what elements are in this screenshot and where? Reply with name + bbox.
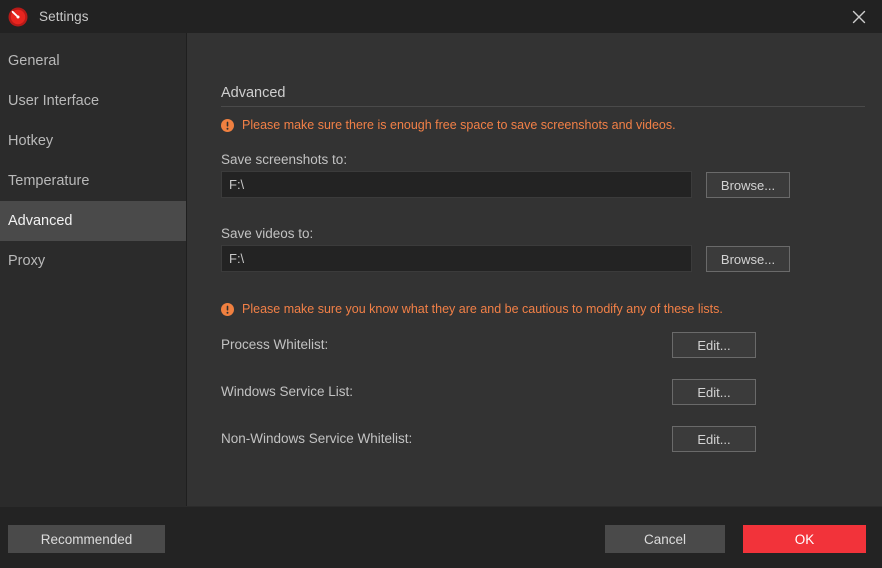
sidebar-item-hotkey[interactable]: Hotkey (0, 121, 186, 161)
screenshots-browse-button[interactable]: Browse... (706, 172, 790, 198)
screenshots-path-label: Save screenshots to: (221, 152, 348, 167)
non-windows-service-whitelist-edit-button[interactable]: Edit... (672, 426, 756, 452)
sidebar-item-general[interactable]: General (0, 41, 186, 81)
page-title: Advanced (221, 85, 286, 101)
sidebar-item-label: Proxy (8, 253, 46, 269)
sidebar-item-label: Temperature (8, 173, 90, 189)
lists-warning: Please make sure you know what they are … (221, 302, 723, 316)
screenshots-path-input[interactable] (221, 171, 692, 198)
videos-browse-button[interactable]: Browse... (706, 246, 790, 272)
videos-path-input[interactable] (221, 245, 692, 272)
gauge-icon (7, 6, 29, 28)
footer-bar: Recommended Cancel OK (0, 506, 882, 568)
sidebar: General User Interface Hotkey Temperatur… (0, 33, 187, 506)
close-icon[interactable] (836, 0, 882, 33)
warning-icon (221, 118, 234, 132)
content-panel: Advanced Please make sure there is enoug… (187, 33, 882, 506)
sidebar-item-user-interface[interactable]: User Interface (0, 81, 186, 121)
windows-service-list-label: Windows Service List: (221, 384, 354, 399)
videos-path-label: Save videos to: (221, 226, 314, 241)
sidebar-item-label: General (8, 53, 60, 69)
non-windows-service-whitelist-label: Non-Windows Service Whitelist: (221, 431, 413, 446)
settings-window: Settings General User Interface Hotkey T… (0, 0, 882, 568)
cancel-button[interactable]: Cancel (605, 525, 725, 553)
ok-button[interactable]: OK (743, 525, 866, 553)
window-body: General User Interface Hotkey Temperatur… (0, 33, 882, 506)
sidebar-item-advanced[interactable]: Advanced (0, 201, 186, 241)
title-bar: Settings (0, 0, 882, 33)
process-whitelist-edit-button[interactable]: Edit... (672, 332, 756, 358)
storage-warning-text: Please make sure there is enough free sp… (242, 118, 676, 132)
storage-warning: Please make sure there is enough free sp… (221, 118, 676, 132)
heading-divider (221, 106, 865, 107)
sidebar-item-label: Hotkey (8, 133, 54, 149)
lists-warning-text: Please make sure you know what they are … (242, 302, 723, 316)
recommended-button[interactable]: Recommended (8, 525, 165, 553)
sidebar-item-label: Advanced (8, 213, 73, 229)
warning-icon (221, 302, 234, 316)
windows-service-list-edit-button[interactable]: Edit... (672, 379, 756, 405)
process-whitelist-label: Process Whitelist: (221, 337, 329, 352)
sidebar-item-proxy[interactable]: Proxy (0, 241, 186, 281)
sidebar-item-temperature[interactable]: Temperature (0, 161, 186, 201)
window-title: Settings (39, 9, 89, 24)
sidebar-item-label: User Interface (8, 93, 100, 109)
